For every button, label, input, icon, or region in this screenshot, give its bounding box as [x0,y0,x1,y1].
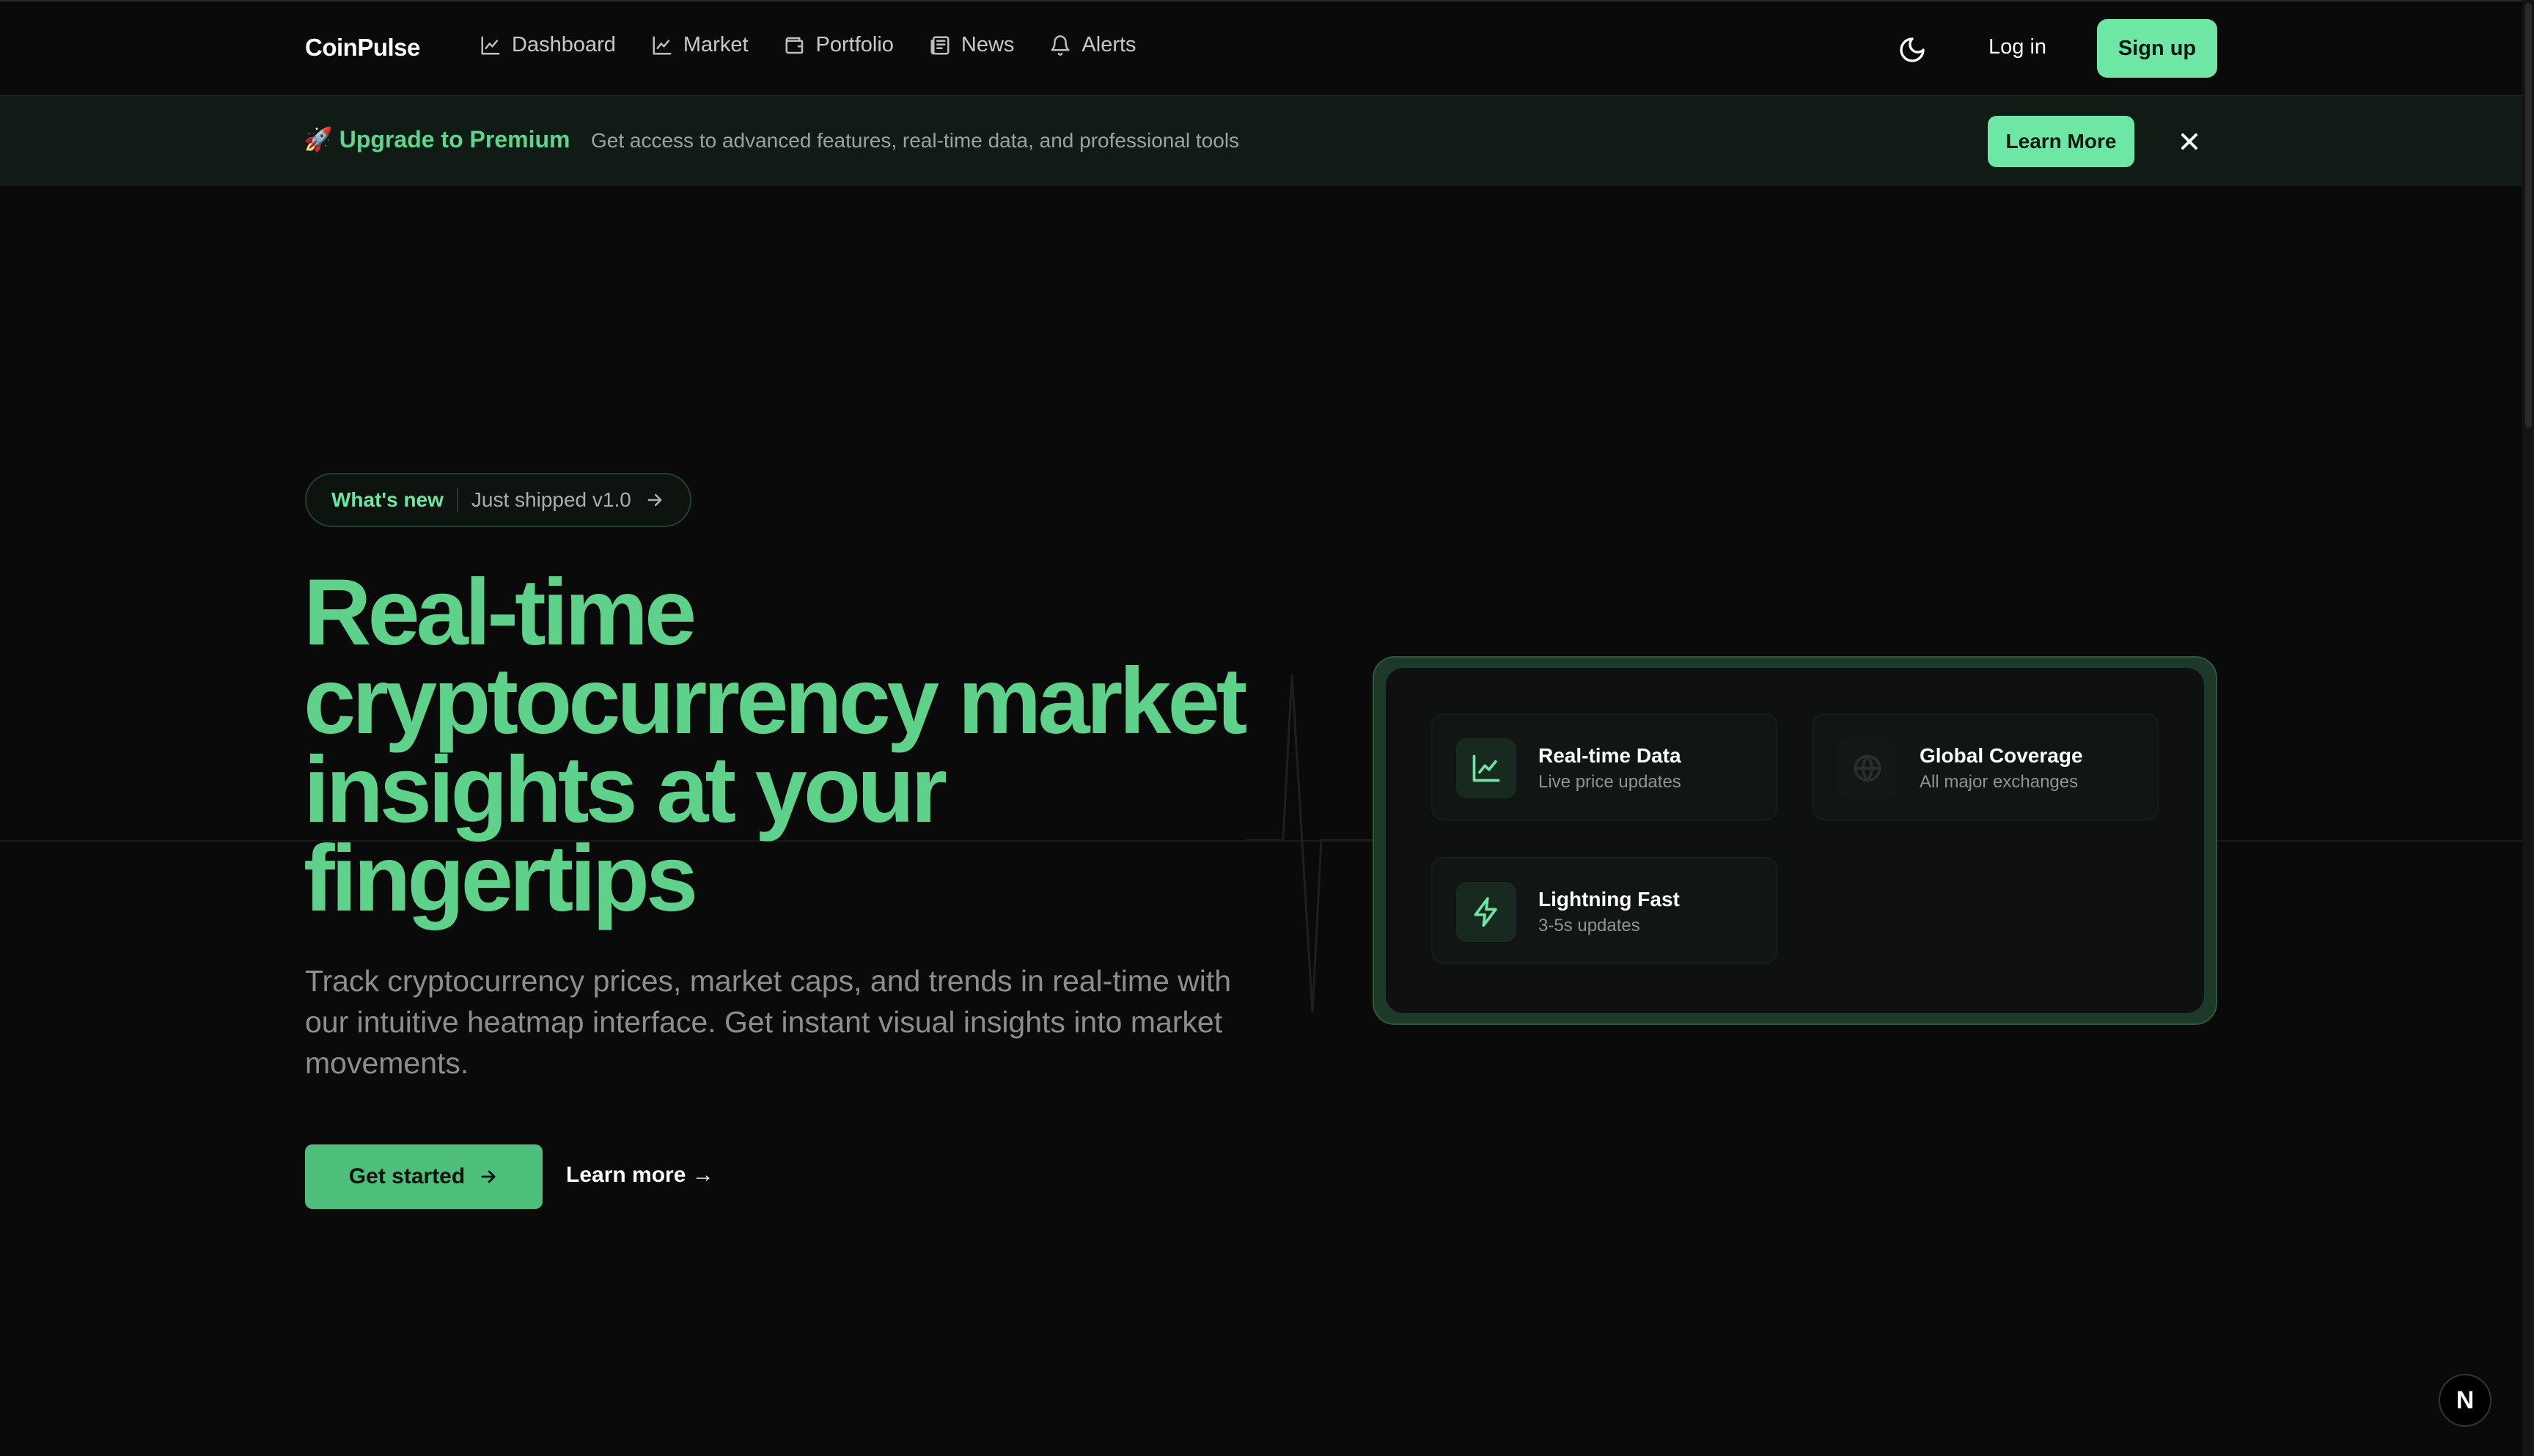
arrow-right-icon [481,1170,496,1183]
nav-label: Dashboard [512,33,616,56]
zap-icon [1474,897,1497,927]
banner-title-text: Upgrade to Premium [339,126,570,152]
feature-subtitle: 3-5s updates [1538,916,1640,935]
headline-line: Real-time [304,560,697,665]
line-chart-icon [1472,754,1500,782]
feature-card-fast: Lightning Fast 3-5s updates [1431,857,1777,964]
nav-label: Portfolio [815,33,894,56]
whats-new-badge[interactable]: What's new Just shipped v1.0 [305,473,691,527]
feature-icon-box [1837,738,1898,798]
login-button[interactable]: Log in [1988,35,2046,59]
feature-title: Lightning Fast [1538,888,1680,911]
nav-portfolio[interactable]: Portfolio [784,33,894,57]
signup-button[interactable]: Sign up [2097,19,2217,78]
feature-card-realtime: Real-time Data Live price updates [1431,713,1777,820]
nav-market[interactable]: Market [651,33,749,57]
moon-icon[interactable] [1898,35,1927,65]
main-nav: Dashboard Market Portfolio News Alerts [480,33,1136,57]
scrollbar-thumb[interactable] [2525,3,2532,428]
nav-alerts[interactable]: Alerts [1049,33,1136,57]
wallet-icon [785,37,803,54]
learn-more-button[interactable]: Learn More [1988,116,2134,167]
nextjs-dev-badge[interactable]: N [2439,1374,2491,1427]
feature-subtitle: All major exchanges [1920,772,2079,792]
banner-title: 🚀 Upgrade to Premium [304,125,570,153]
brand-logo[interactable]: CoinPulse [305,34,420,62]
nav-dashboard[interactable]: Dashboard [480,33,616,57]
hero-description: Track cryptocurrency prices, market caps… [305,964,1232,1080]
feature-card-global: Global Coverage All major exchanges [1813,713,2159,820]
globe-icon [1854,754,1881,782]
headline-line: fingertips [304,826,698,931]
feature-icon-box [1456,738,1516,798]
close-icon[interactable] [2176,128,2203,155]
badge-new-label: What's new [331,488,444,511]
premium-banner: 🚀 Upgrade to Premium Get access to advan… [0,95,2522,185]
get-started-label: Get started [348,1164,466,1188]
rocket-icon: 🚀 [304,126,333,152]
headline-line: insights at your [304,738,947,842]
nav-label: Market [683,33,749,56]
bell-icon [1051,34,1070,56]
feature-icon-box [1456,882,1516,942]
banner-description: Get access to advanced features, real-ti… [591,129,1240,152]
feature-title: Real-time Data [1538,744,1681,767]
top-navbar: CoinPulse Dashboard Market Portfolio New… [0,1,2522,95]
get-started-button[interactable]: Get started [305,1144,543,1209]
badge-divider [456,488,458,512]
newspaper-icon [930,36,950,54]
headline-line: cryptocurrency market [304,649,1247,754]
feature-subtitle: Live price updates [1538,772,1681,792]
feature-panel-inner: Real-time Data Live price updates Global… [1386,668,2204,1013]
nav-label: Alerts [1081,33,1136,56]
badge-shipped-label: Just shipped v1.0 [471,488,631,511]
nav-label: News [961,33,1015,56]
line-chart-icon [653,36,672,54]
learn-more-link[interactable]: Learn more → [566,1163,714,1188]
line-chart-icon [481,36,500,54]
hero-headline: Real-time cryptocurrency market insights… [304,560,1271,931]
arrow-right-icon [647,493,662,507]
nav-news[interactable]: News [929,33,1015,57]
feature-panel: Real-time Data Live price updates Global… [1373,656,2217,1025]
feature-title: Global Coverage [1920,744,2083,767]
